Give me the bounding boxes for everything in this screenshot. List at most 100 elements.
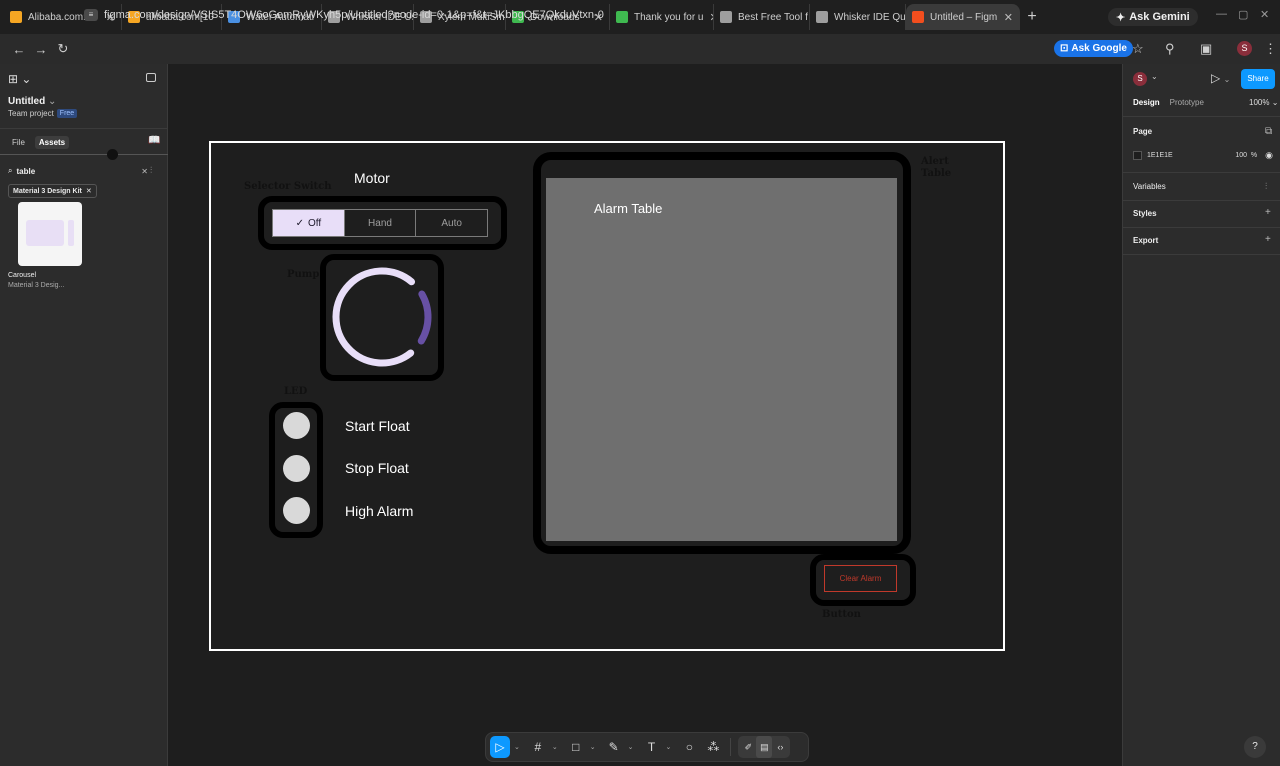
comment-tool-icon[interactable]: ○ bbox=[679, 736, 699, 758]
chevron-down-icon[interactable]: ⌄ bbox=[1151, 72, 1158, 81]
left-tabs: File Assets bbox=[8, 136, 70, 149]
divider bbox=[1123, 200, 1280, 201]
carousel-preview bbox=[26, 220, 64, 246]
figma-left-panel: ⊞ ⌄ Untitled ⌄ Team project Free File Ass… bbox=[0, 64, 168, 766]
lens-icon: ⊡ bbox=[1060, 43, 1069, 54]
chevron-down-icon[interactable]: ⌄ bbox=[666, 743, 672, 751]
chevron-down-icon[interactable]: ⌄ bbox=[514, 743, 520, 751]
add-style-icon[interactable]: + bbox=[1265, 207, 1271, 218]
chevron-down-icon[interactable]: ⌄ bbox=[628, 743, 634, 751]
tab-design[interactable]: Design bbox=[1133, 98, 1160, 107]
clear-search-icon[interactable]: ✕ bbox=[141, 167, 148, 176]
led-label-start-float: Start Float bbox=[345, 418, 410, 434]
check-icon: ✓ bbox=[295, 217, 304, 229]
share-button[interactable]: Share bbox=[1241, 69, 1275, 89]
forward-icon[interactable]: → bbox=[30, 42, 52, 57]
zoom-value: 100% bbox=[1249, 98, 1270, 107]
rectangle-tool-icon[interactable]: □ bbox=[566, 736, 586, 758]
panel-resize-handle[interactable] bbox=[107, 149, 118, 160]
design-mode-icon[interactable]: ▤ bbox=[756, 736, 773, 758]
browser-profile-avatar[interactable]: S bbox=[1237, 41, 1252, 56]
segment-auto[interactable]: Auto bbox=[416, 210, 487, 236]
site-info-icon[interactable]: ≡ bbox=[84, 9, 98, 21]
visibility-eye-icon[interactable]: ◉ bbox=[1265, 150, 1273, 161]
add-export-icon[interactable]: + bbox=[1265, 234, 1271, 245]
figma-right-panel: S ⌄ ▷ ⌄ Share Design Prototype 100% ⌄ Pa… bbox=[1122, 64, 1280, 766]
dev-mode-icon[interactable]: ‹› bbox=[772, 736, 788, 758]
plan-badge: Free bbox=[56, 109, 78, 118]
tab-file[interactable]: File bbox=[8, 136, 29, 149]
page-opacity-value: 100 bbox=[1235, 151, 1248, 159]
file-title[interactable]: Untitled ⌄ bbox=[8, 96, 56, 107]
divider bbox=[1123, 116, 1280, 117]
alarm-table-panel[interactable] bbox=[546, 178, 897, 541]
page-fill-row[interactable]: 1E1E1E 100 % ◉ bbox=[1133, 148, 1273, 162]
figma-bottom-toolbar: ▷ ⌄ # ⌄ □ ⌄ ✎ ⌄ T ⌄ ○ ⁂ ✐ ▤ ‹› bbox=[485, 732, 809, 762]
draw-mode-icon[interactable]: ✐ bbox=[740, 736, 756, 758]
asset-thumbnail[interactable] bbox=[18, 202, 82, 266]
library-icon[interactable]: 📖 bbox=[148, 135, 160, 146]
sidepanel-icon[interactable]: ▣ bbox=[1200, 41, 1212, 57]
segment-off[interactable]: ✓ Off bbox=[273, 210, 345, 236]
extensions-icon[interactable]: ⚲ bbox=[1165, 41, 1175, 57]
team-name: Team project bbox=[8, 109, 54, 118]
asset-search-input[interactable]: ⌕ table ✕ bbox=[8, 164, 148, 178]
alarm-table-title: Alarm Table bbox=[594, 201, 663, 216]
chevron-down-icon[interactable]: ⌄ bbox=[552, 743, 558, 751]
styles-section-title: Styles bbox=[1133, 209, 1157, 218]
text-tool-icon[interactable]: T bbox=[642, 736, 662, 758]
variables-section-title: Variables bbox=[1133, 182, 1166, 191]
browser-menu-icon[interactable]: ⋮ bbox=[1264, 41, 1277, 57]
reload-icon[interactable]: ↻ bbox=[52, 41, 74, 57]
led-label: LED bbox=[284, 386, 308, 397]
url-text: figma.com/design/VSIS5T4OW6oGemRyWKyh5p/… bbox=[104, 9, 604, 21]
carousel-preview-side bbox=[68, 220, 74, 246]
user-avatar[interactable]: S bbox=[1133, 72, 1147, 86]
library-filter-chip[interactable]: Material 3 Design Kit ✕ bbox=[8, 184, 97, 198]
page-color-hex[interactable]: 1E1E1E bbox=[1147, 152, 1173, 159]
tab-assets[interactable]: Assets bbox=[34, 136, 70, 149]
help-button[interactable]: ? bbox=[1244, 736, 1266, 758]
page-section-title: Page bbox=[1133, 127, 1153, 136]
export-section-title: Export bbox=[1133, 236, 1159, 245]
pump-label: Pump bbox=[287, 269, 320, 280]
ask-google-label: Ask Google bbox=[1071, 43, 1127, 54]
alert-table-label-1: Alert bbox=[921, 156, 949, 167]
chip-label: Material 3 Design Kit bbox=[13, 187, 82, 195]
actions-icon[interactable]: ⁂ bbox=[703, 736, 723, 758]
tab-favicon-icon bbox=[10, 11, 22, 23]
close-window-icon[interactable]: ✕ bbox=[1260, 8, 1269, 21]
bookmark-star-icon[interactable]: ☆ bbox=[1132, 41, 1144, 57]
segment-hand[interactable]: Hand bbox=[345, 210, 417, 236]
zoom-dropdown[interactable]: 100% ⌄ bbox=[1249, 98, 1278, 107]
button-label: Button bbox=[822, 609, 861, 620]
search-value: table bbox=[16, 166, 36, 176]
page-opacity-unit: % bbox=[1250, 151, 1258, 159]
chevron-down-icon[interactable]: ⌄ bbox=[590, 743, 596, 751]
figma-menu-icon[interactable]: ⊞ ⌄ bbox=[8, 72, 31, 86]
present-play-icon[interactable]: ▷ ⌄ bbox=[1211, 71, 1230, 85]
close-icon[interactable]: ✕ bbox=[86, 187, 92, 195]
move-tool-icon[interactable]: ▷ bbox=[490, 736, 510, 758]
pen-tool-icon[interactable]: ✎ bbox=[604, 736, 624, 758]
selector-switch-label: Selector Switch bbox=[244, 181, 332, 192]
tab-prototype[interactable]: Prototype bbox=[1170, 98, 1204, 107]
alert-table-label-2: Table bbox=[921, 168, 952, 179]
pump-progress-indicator bbox=[417, 290, 432, 345]
led-start-float bbox=[283, 412, 310, 439]
ask-gemini-button[interactable]: ✦ Ask Gemini bbox=[1108, 8, 1198, 26]
clear-alarm-button[interactable]: Clear Alarm bbox=[824, 565, 897, 592]
maximize-icon[interactable]: ▢ bbox=[1238, 8, 1248, 21]
frame-tool-icon[interactable]: # bbox=[528, 736, 548, 758]
back-icon[interactable]: ← bbox=[8, 42, 30, 57]
url-field[interactable]: ≡ figma.com/design/VSIS5T4OW6oGemRyWKyh5… bbox=[84, 6, 1044, 24]
variables-settings-icon[interactable]: ⫶ bbox=[1265, 181, 1267, 192]
page-color-swatch[interactable] bbox=[1133, 150, 1142, 160]
page-opacity[interactable]: 100 % bbox=[1235, 152, 1257, 159]
collapse-panel-icon[interactable] bbox=[146, 73, 156, 82]
minimize-icon[interactable]: — bbox=[1216, 8, 1227, 20]
page-icon[interactable]: ⧉ bbox=[1265, 126, 1272, 137]
ask-google-button[interactable]: ⊡ Ask Google bbox=[1054, 40, 1133, 57]
team-info: Team project Free bbox=[8, 109, 78, 118]
filter-icon[interactable]: ⫶ bbox=[150, 165, 152, 176]
